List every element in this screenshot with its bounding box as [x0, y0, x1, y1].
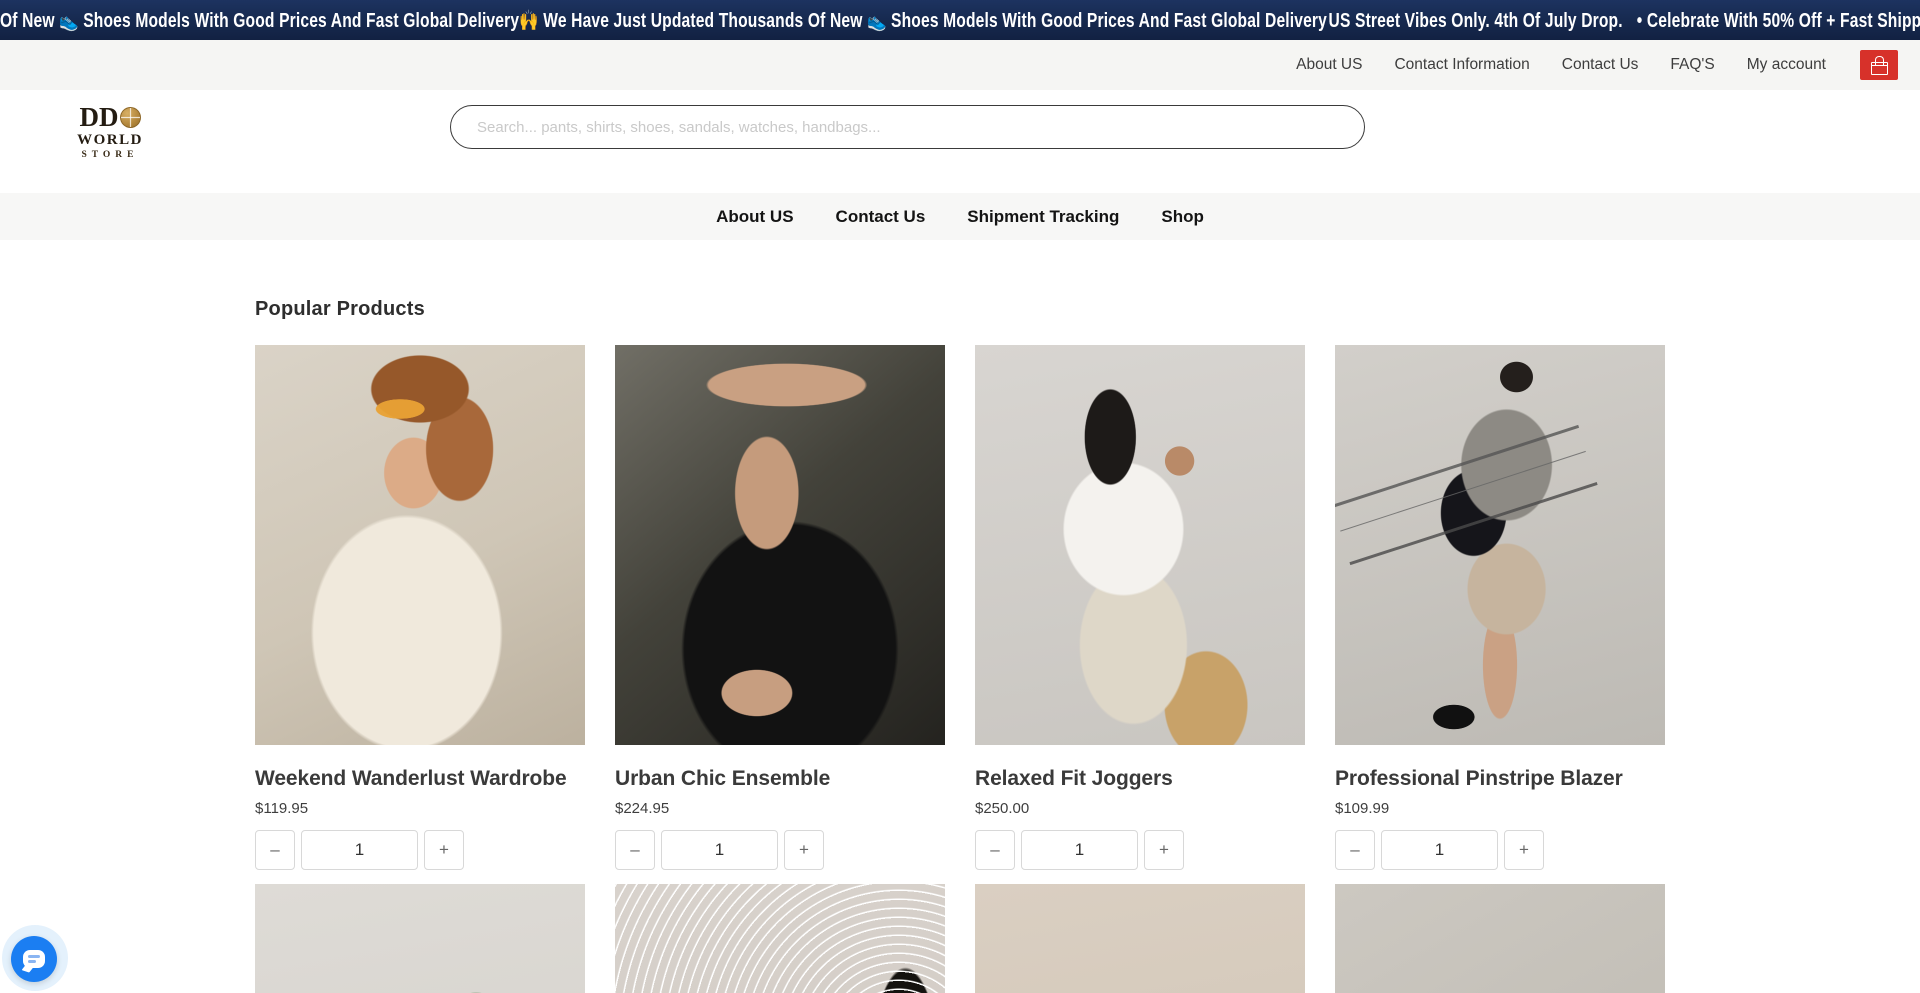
product-card	[255, 884, 585, 993]
product-card	[975, 884, 1305, 993]
promo-ticker-text: Of New 👟 Shoes Models With Good Prices A…	[0, 8, 1920, 33]
logo-line-store: STORE	[55, 151, 165, 161]
quantity-stepper: – +	[975, 830, 1305, 870]
product-image[interactable]	[255, 884, 585, 993]
quantity-stepper: – +	[255, 830, 585, 870]
main-content: Popular Products Weekend Wanderlust Ward…	[0, 240, 1920, 993]
quantity-input[interactable]	[1021, 830, 1138, 870]
product-title[interactable]: Relaxed Fit Joggers	[975, 767, 1305, 791]
quantity-decrease-button[interactable]: –	[255, 830, 295, 870]
product-image[interactable]	[1335, 345, 1665, 745]
globe-icon	[120, 107, 141, 128]
search-input[interactable]	[450, 105, 1365, 149]
ticker-segment-2: US Street Vibes Only. 4th Of July Drop.	[1329, 10, 1623, 32]
quantity-decrease-button[interactable]: –	[1335, 830, 1375, 870]
store-logo[interactable]: DD WORLD STORE	[55, 104, 165, 161]
product-grid: Weekend Wanderlust Wardrobe $119.95 – + …	[255, 345, 1920, 993]
shopping-bag-icon	[1871, 62, 1888, 75]
nav-link-shipment-tracking[interactable]: Shipment Tracking	[967, 207, 1119, 227]
quantity-increase-button[interactable]: +	[784, 830, 824, 870]
quantity-input[interactable]	[661, 830, 778, 870]
main-navigation: About US Contact Us Shipment Tracking Sh…	[0, 193, 1920, 240]
site-header: DD WORLD STORE	[0, 90, 1920, 193]
topbar-link-contact-information[interactable]: Contact Information	[1394, 56, 1529, 74]
product-image[interactable]	[1335, 884, 1665, 993]
logo-line-dd: DD	[55, 104, 165, 131]
product-card: Professional Pinstripe Blazer $109.99 – …	[1335, 345, 1665, 870]
utility-topbar: About US Contact Information Contact Us …	[0, 40, 1920, 90]
chat-launcher-button[interactable]	[11, 936, 57, 982]
quantity-decrease-button[interactable]: –	[615, 830, 655, 870]
product-card: Relaxed Fit Joggers $250.00 – +	[975, 345, 1305, 870]
popular-products-heading: Popular Products	[255, 298, 1920, 321]
product-card	[615, 884, 945, 993]
product-price: $250.00	[975, 800, 1305, 817]
product-image[interactable]	[615, 345, 945, 745]
ticker-segment-3: • Celebrate With 50% Off + Fast Shipping	[1637, 10, 1920, 32]
quantity-increase-button[interactable]: +	[1144, 830, 1184, 870]
product-card: Weekend Wanderlust Wardrobe $119.95 – +	[255, 345, 585, 870]
cart-button[interactable]	[1860, 50, 1898, 80]
product-title[interactable]: Urban Chic Ensemble	[615, 767, 945, 791]
logo-line-world: WORLD	[55, 133, 165, 148]
promo-ticker-banner: Of New 👟 Shoes Models With Good Prices A…	[0, 0, 1920, 40]
chat-bubble-icon	[23, 950, 45, 968]
quantity-decrease-button[interactable]: –	[975, 830, 1015, 870]
product-price: $119.95	[255, 800, 585, 817]
topbar-link-faqs[interactable]: FAQ'S	[1670, 56, 1714, 74]
quantity-stepper: – +	[1335, 830, 1665, 870]
product-title[interactable]: Professional Pinstripe Blazer	[1335, 767, 1665, 791]
topbar-link-contact-us[interactable]: Contact Us	[1562, 56, 1639, 74]
topbar-link-my-account[interactable]: My account	[1747, 56, 1826, 74]
storefront-page: Of New 👟 Shoes Models With Good Prices A…	[0, 0, 1920, 993]
product-price: $224.95	[615, 800, 945, 817]
quantity-increase-button[interactable]: +	[1504, 830, 1544, 870]
quantity-input[interactable]	[1381, 830, 1498, 870]
product-image[interactable]	[975, 345, 1305, 745]
quantity-increase-button[interactable]: +	[424, 830, 464, 870]
product-image[interactable]	[975, 884, 1305, 993]
nav-link-shop[interactable]: Shop	[1161, 207, 1204, 227]
product-title[interactable]: Weekend Wanderlust Wardrobe	[255, 767, 585, 791]
product-image[interactable]	[255, 345, 585, 745]
product-card	[1335, 884, 1665, 993]
quantity-input[interactable]	[301, 830, 418, 870]
product-price: $109.99	[1335, 800, 1665, 817]
ticker-segment-1: Of New 👟 Shoes Models With Good Prices A…	[0, 10, 1327, 32]
product-image[interactable]	[615, 884, 945, 993]
quantity-stepper: – +	[615, 830, 945, 870]
product-card: Urban Chic Ensemble $224.95 – +	[615, 345, 945, 870]
nav-link-contact-us[interactable]: Contact Us	[836, 207, 926, 227]
topbar-link-about-us[interactable]: About US	[1296, 56, 1362, 74]
nav-link-about-us[interactable]: About US	[716, 207, 793, 227]
